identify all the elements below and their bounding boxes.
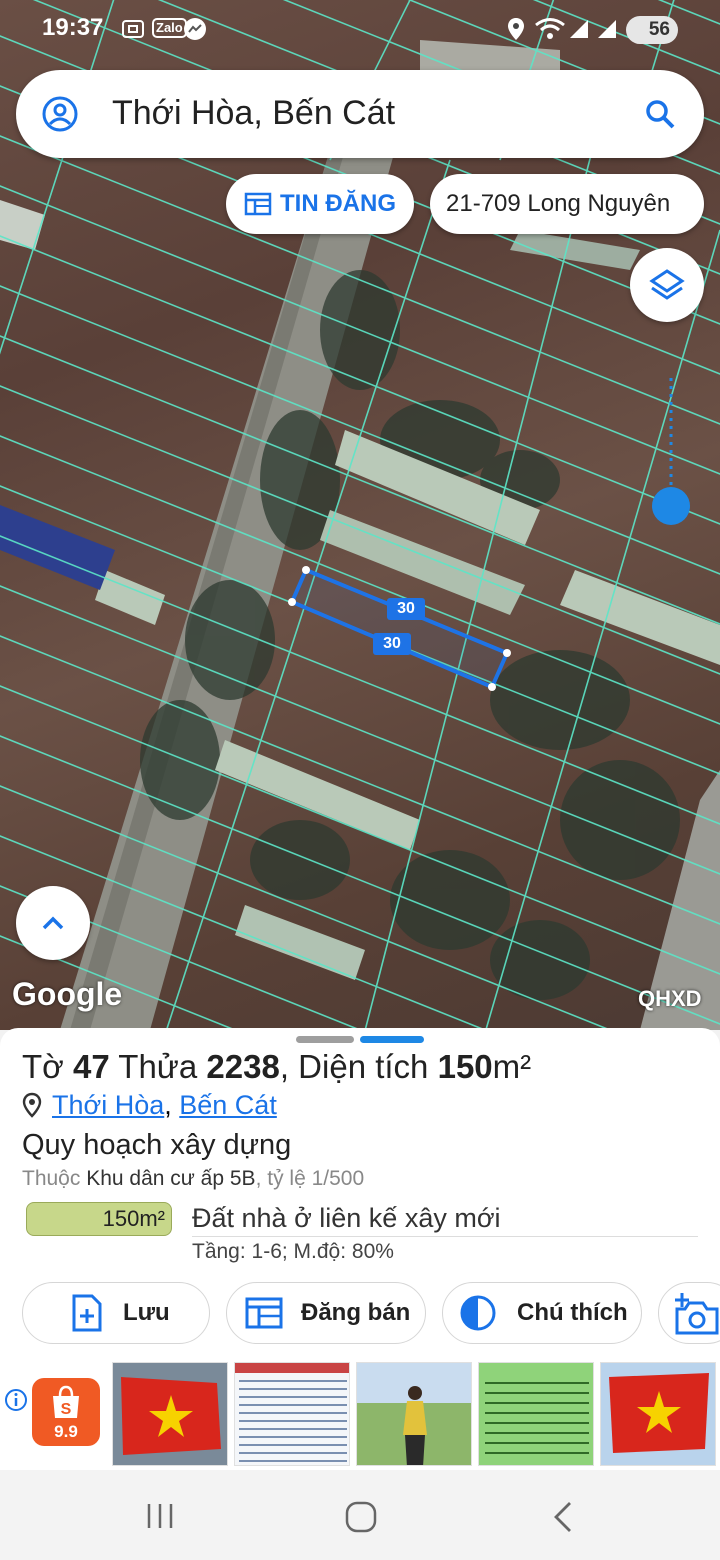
wifi-icon: [535, 18, 565, 39]
slider-handle[interactable]: [652, 487, 690, 525]
google-logo: Google: [12, 976, 123, 1012]
save-button[interactable]: Lưu: [22, 1282, 210, 1344]
contrast-icon: [460, 1295, 496, 1331]
parcel-info-sheet[interactable]: Tờ 47 Thửa 2238, Diện tích 150m² Thới Hò…: [0, 1028, 720, 1360]
status-bar: 19:37 Zalo 56: [0, 0, 720, 58]
shopee-sale-label: 9.9: [54, 1422, 78, 1441]
district-link[interactable]: Bến Cát: [179, 1090, 277, 1120]
sheet-handle-active[interactable]: [360, 1036, 424, 1043]
svg-text:S: S: [61, 1401, 72, 1418]
back-icon[interactable]: [548, 1500, 578, 1534]
expand-sheet-button[interactable]: [16, 886, 90, 960]
thua-label: Thửa: [118, 1048, 198, 1085]
area-unit: m²: [492, 1048, 532, 1085]
system-nav-bar: [0, 1470, 720, 1560]
plan-prefix: Thuộc: [22, 1167, 81, 1190]
layer-label: QHXD: [638, 986, 702, 1011]
field-image: [357, 1363, 471, 1465]
ad-image-list[interactable]: [234, 1362, 350, 1466]
add-photo-button[interactable]: [658, 1282, 720, 1344]
status-time: 19:37: [42, 14, 104, 41]
post-for-sale-button[interactable]: Đăng bán: [226, 1282, 426, 1344]
to-value: 47: [72, 1048, 110, 1085]
flag-image-2: [601, 1363, 715, 1465]
shopping-bag-icon: S: [53, 1385, 79, 1418]
legend-button[interactable]: Chú thích: [442, 1282, 642, 1344]
add-photo-icon: [675, 1293, 719, 1335]
ward-link[interactable]: Thới Hòa: [52, 1090, 164, 1120]
ad-banner[interactable]: S 9.9: [0, 1360, 720, 1470]
tin-dang-label: TIN ĐĂNG: [280, 190, 396, 217]
address-chip[interactable]: 21-709 Long Nguyên: [430, 174, 704, 234]
save-label: Lưu: [123, 1299, 170, 1326]
area-value: 150: [437, 1048, 493, 1085]
thua-value: 2238: [206, 1048, 280, 1085]
add-file-icon: [72, 1294, 102, 1332]
listing-icon: [244, 192, 272, 216]
signal-1-icon: [570, 20, 588, 38]
post-for-sale-label: Đăng bán: [301, 1299, 411, 1326]
opacity-slider[interactable]: [652, 376, 692, 526]
floors-density: Tầng: 1-6; M.độ: 80%: [192, 1240, 394, 1263]
signal-2-icon: [598, 20, 616, 38]
edge-length-label-top: 30: [387, 598, 425, 620]
ad-image-flag[interactable]: [112, 1362, 228, 1466]
divider: [192, 1236, 698, 1237]
legend-label: Chú thích: [517, 1299, 628, 1326]
edge-length-label-bottom: 30: [373, 633, 411, 655]
ad-image-flag-2[interactable]: [600, 1362, 716, 1466]
chevron-up-icon: [42, 916, 64, 930]
sheet-handle[interactable]: [296, 1036, 354, 1043]
home-icon[interactable]: [344, 1500, 378, 1534]
account-circle-icon[interactable]: [40, 94, 80, 134]
ad-image-field[interactable]: [356, 1362, 472, 1466]
search-bar[interactable]: Thới Hòa, Bến Cát: [16, 70, 704, 158]
layers-icon: [649, 269, 685, 300]
plan-zone: Khu dân cư ấp 5B: [86, 1167, 256, 1190]
tin-dang-chip[interactable]: TIN ĐĂNG: [226, 174, 414, 234]
messenger-icon: [184, 18, 206, 40]
area-label: , Diện tích: [279, 1048, 429, 1085]
green-list-image: [479, 1363, 593, 1465]
screenshot-icon: [122, 20, 144, 38]
land-type: Đất nhà ở liên kế xây mới: [192, 1203, 501, 1233]
layers-button[interactable]: [630, 248, 704, 322]
app-screen: 30 30 Google QHXD 19:37 Zalo 56 Thới Hòa…: [0, 0, 720, 1560]
ad-image-green-list[interactable]: [478, 1362, 594, 1466]
info-icon[interactable]: [4, 1388, 28, 1412]
plan-heading: Quy hoạch xây dựng: [22, 1129, 292, 1161]
parcel-title: Tờ 47 Thửa 2238, Diện tích 150m²: [22, 1048, 531, 1086]
location-pin-icon: [22, 1092, 42, 1118]
location-icon: [508, 18, 524, 40]
search-icon[interactable]: [640, 94, 680, 134]
shopee-logo[interactable]: S 9.9: [32, 1378, 100, 1446]
address-label: 21-709 Long Nguyên: [446, 190, 671, 217]
battery-indicator: 56: [626, 16, 678, 44]
location-separator: ,: [164, 1090, 180, 1120]
number-list-image: [235, 1363, 349, 1462]
search-input[interactable]: Thới Hòa, Bến Cát: [112, 94, 395, 133]
location-row: Thới Hòa, Bến Cát: [22, 1090, 277, 1121]
plan-zone-line: Thuộc Khu dân cư ấp 5B, tỷ lệ 1/500: [22, 1167, 364, 1191]
plan-scale: , tỷ lệ 1/500: [255, 1167, 365, 1190]
listing-icon: [245, 1297, 283, 1329]
flag-image: [113, 1363, 227, 1465]
recent-apps-icon[interactable]: [144, 1500, 176, 1532]
area-badge: 150m²: [26, 1202, 172, 1236]
to-label: Tờ: [22, 1048, 64, 1085]
